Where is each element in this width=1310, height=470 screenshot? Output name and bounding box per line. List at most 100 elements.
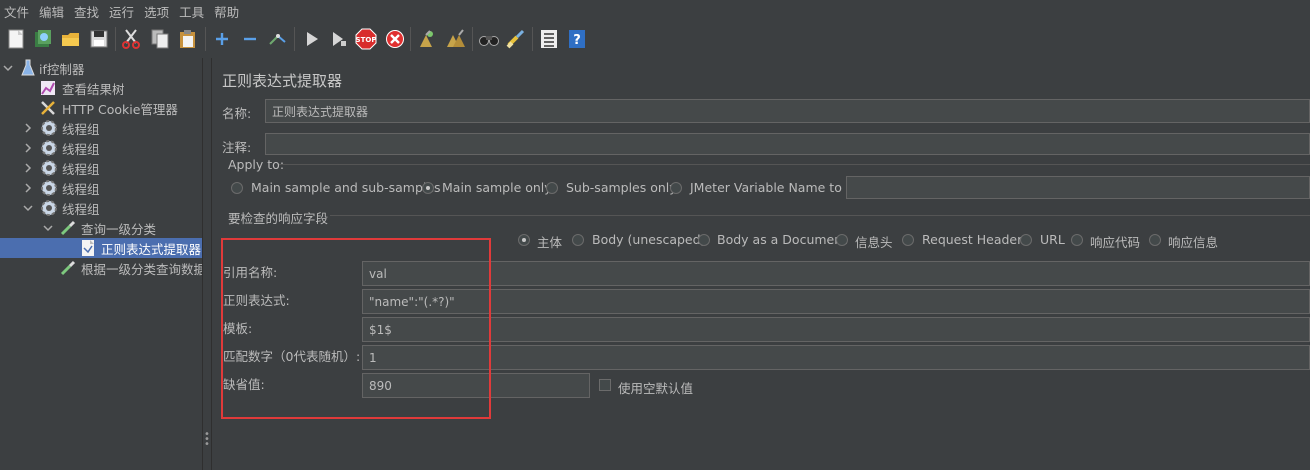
field-check-label: 要检查的响应字段 xyxy=(228,211,329,226)
tree-node-label: 线程组 xyxy=(62,201,100,217)
radio-sub-only[interactable] xyxy=(546,182,558,194)
tree-node-label: 根据一级分类查询数据 xyxy=(81,261,207,277)
reset-search-icon[interactable] xyxy=(505,28,527,50)
tree-node-label: HTTP Cookie管理器 xyxy=(62,101,178,117)
radio-body-unescaped[interactable] xyxy=(572,234,584,246)
jmeter-variable-input[interactable] xyxy=(846,176,1310,199)
stop-icon[interactable]: STOP xyxy=(355,28,377,50)
tree-node-label: 正则表达式提取器 xyxy=(101,241,202,257)
tree-node-regex-extractor[interactable]: 正则表达式提取器 xyxy=(0,238,202,258)
chart-icon xyxy=(40,80,56,96)
shutdown-icon[interactable] xyxy=(384,28,406,50)
comment-input[interactable] xyxy=(265,133,1310,155)
chevron-right-icon[interactable] xyxy=(22,182,34,194)
radio-main-and-sub[interactable] xyxy=(231,182,243,194)
flask-icon xyxy=(20,59,36,77)
menu-help[interactable]: 帮助 xyxy=(210,2,245,21)
radio-label: 主体 xyxy=(537,235,563,250)
tree-node-label: 线程组 xyxy=(62,141,100,157)
start-no-pause-icon[interactable] xyxy=(328,28,350,50)
open-icon[interactable] xyxy=(60,28,82,50)
radio-body[interactable] xyxy=(518,234,530,246)
name-input[interactable]: 正则表达式提取器 xyxy=(265,99,1310,123)
menu-run[interactable]: 运行 xyxy=(105,2,140,21)
radio-jmeter-variable[interactable] xyxy=(670,182,682,194)
radio-headers[interactable] xyxy=(836,234,848,246)
comment-label: 注释: xyxy=(222,140,252,155)
ref-name-input[interactable]: val xyxy=(362,261,1310,286)
function-helper-icon[interactable] xyxy=(538,28,560,50)
tree-node-label: 查看结果树 xyxy=(62,81,125,97)
templates-icon[interactable] xyxy=(32,28,54,50)
radio-label: 信息头 xyxy=(855,235,893,250)
radio-main-only[interactable] xyxy=(422,182,434,194)
gear-icon xyxy=(40,119,58,137)
radio-label: URL xyxy=(1040,232,1065,247)
help-icon[interactable]: ? xyxy=(566,28,588,50)
regex-input[interactable]: "name":"(.*?)" xyxy=(362,289,1310,314)
wrench-icon xyxy=(40,100,56,116)
paste-icon[interactable] xyxy=(177,28,199,50)
apply-to-label: Apply to: xyxy=(228,157,285,172)
menu-tools[interactable]: 工具 xyxy=(175,2,210,21)
name-label: 名称: xyxy=(222,106,252,121)
cut-icon[interactable] xyxy=(120,28,142,50)
use-empty-default-checkbox[interactable] xyxy=(599,379,611,391)
template-input[interactable]: $1$ xyxy=(362,317,1310,342)
radio-url[interactable] xyxy=(1020,234,1032,246)
start-icon[interactable] xyxy=(301,28,323,50)
document-icon xyxy=(80,239,96,257)
menu-edit[interactable]: 编辑 xyxy=(35,2,70,21)
tree-node-thread-group[interactable]: 线程组 xyxy=(40,138,100,158)
toggle-icon[interactable] xyxy=(267,28,289,50)
radio-request-headers[interactable] xyxy=(902,234,914,246)
menu-file[interactable]: 文件 xyxy=(0,2,35,21)
clear-all-icon[interactable] xyxy=(445,28,467,50)
search-icon[interactable] xyxy=(478,28,500,50)
chevron-right-icon[interactable] xyxy=(22,162,34,174)
chevron-down-icon[interactable] xyxy=(22,202,34,214)
tree-node-thread-group[interactable]: 线程组 xyxy=(40,198,100,218)
gear-icon xyxy=(40,139,58,157)
expand-icon[interactable] xyxy=(211,28,233,50)
menu-search[interactable]: 查找 xyxy=(70,2,105,21)
chevron-down-icon[interactable] xyxy=(2,62,14,74)
tree-node-thread-group[interactable]: 线程组 xyxy=(40,178,100,198)
match-no-input[interactable]: 1 xyxy=(362,345,1310,370)
tree-node-if-controller[interactable]: if控制器 xyxy=(20,58,84,78)
gear-icon xyxy=(40,179,58,197)
tree-node-label: 线程组 xyxy=(62,121,100,137)
tree-node-view-results-tree[interactable]: 查看结果树 xyxy=(40,78,125,98)
new-icon[interactable] xyxy=(5,28,27,50)
svg-text:?: ? xyxy=(573,33,581,48)
collapse-icon[interactable] xyxy=(239,28,261,50)
chevron-down-icon[interactable] xyxy=(42,222,54,234)
chevron-right-icon[interactable] xyxy=(22,142,34,154)
pipette-icon xyxy=(60,260,76,276)
menu-bar: 文件 编辑 查找 运行 选项 工具 帮助 xyxy=(0,0,1310,22)
tree-node-label: 查询一级分类 xyxy=(81,221,157,237)
radio-body-as-document[interactable] xyxy=(698,234,710,246)
gear-icon xyxy=(40,159,58,177)
chevron-right-icon[interactable] xyxy=(22,122,34,134)
tree-node-http-cookie-manager[interactable]: HTTP Cookie管理器 xyxy=(40,98,178,118)
highlight-box xyxy=(221,238,491,419)
tree-node-http-sampler[interactable]: 查询一级分类 xyxy=(60,218,156,238)
radio-label: 响应信息 xyxy=(1168,235,1219,250)
drag-handle-icon[interactable]: • • • xyxy=(204,430,210,450)
radio-label: Sub-samples only xyxy=(566,180,677,195)
radio-response-message[interactable] xyxy=(1149,234,1161,246)
save-icon[interactable] xyxy=(88,28,110,50)
tree-node-thread-group[interactable]: 线程组 xyxy=(40,158,100,178)
copy-icon[interactable] xyxy=(149,28,171,50)
radio-label: Main sample only xyxy=(442,180,552,195)
tree-node-label: 线程组 xyxy=(62,181,100,197)
menu-options[interactable]: 选项 xyxy=(140,2,175,21)
tree-node-thread-group[interactable]: 线程组 xyxy=(40,118,100,138)
toolbar: STOP ? xyxy=(0,22,1310,59)
tree-node-http-sampler[interactable]: 根据一级分类查询数据 xyxy=(60,258,206,278)
tree-node-label: 线程组 xyxy=(62,161,100,177)
radio-response-code[interactable] xyxy=(1071,234,1083,246)
clear-icon[interactable] xyxy=(416,28,438,50)
split-pane-divider[interactable] xyxy=(202,58,212,470)
